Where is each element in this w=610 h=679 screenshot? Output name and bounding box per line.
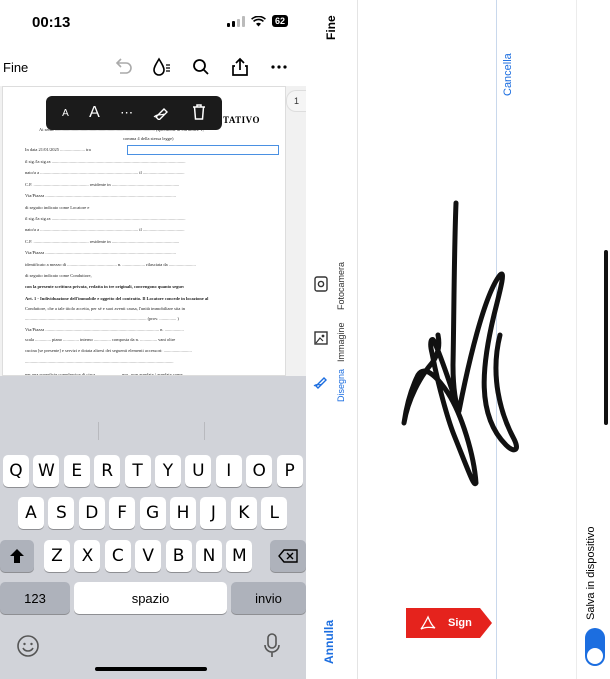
shift-key[interactable] [0,540,34,572]
document-line: Via/Piazza .............................… [25,327,184,332]
save-options-bar: Salva in dispositivo [576,0,610,679]
large-text-button[interactable]: A [89,104,100,122]
top-navigation: Fine [0,50,306,84]
signature-done-button[interactable]: Fine [324,15,338,40]
key-m[interactable]: M [226,540,253,572]
return-key[interactable]: invio [231,582,306,614]
more-button[interactable]: ⋯ [120,105,133,121]
key-s[interactable]: S [48,497,75,529]
annulla-button[interactable]: Annulla [322,620,336,664]
page-number-indicator[interactable]: 1 [286,90,306,112]
document-line: Via/Piazza .............................… [25,250,176,255]
key-k[interactable]: K [230,497,257,529]
document-line: di seguito indicato come Locatore e [25,205,90,210]
document-title: TATIVO [223,115,260,125]
key-g[interactable]: G [139,497,166,529]
sign-badge-label: Sign [448,617,472,629]
done-button[interactable]: Fine [3,60,28,75]
signature-options-bar: Fine Fotocamera Immagine Disegna Annulla [306,0,358,679]
document-line: Art. 1 - Individuazione dell'immobile e … [25,296,209,301]
signature-stroke [401,200,519,487]
camera-icon[interactable] [313,276,329,297]
key-n[interactable]: N [196,540,222,572]
text-format-toolbar: A A ⋯ [46,96,222,130]
signature-canvas[interactable]: Cancella Sign [358,0,576,679]
key-c[interactable]: C [104,540,131,572]
key-l[interactable]: L [261,497,288,529]
status-bar: 00:13 62 [0,0,306,46]
document-line: ........................................… [25,359,174,364]
document-line: comma 4 della stessa legge) [123,136,174,141]
key-u[interactable]: U [185,455,212,487]
image-icon[interactable] [313,330,329,351]
more-options-icon[interactable] [268,56,290,78]
document-line: C.F. ...................................… [25,239,180,244]
draw-pen-icon[interactable] [313,374,329,395]
document-line: In data 21/01/2025 .....................… [25,147,91,152]
image-option[interactable]: Immagine [336,322,346,362]
status-time: 00:13 [32,14,71,31]
draw-option[interactable]: Disegna [336,369,346,402]
cellular-signal-icon [226,15,245,27]
onscreen-keyboard: 123 spazio invio QWERTYUIOP ASDFGHJKL ZXCV… [0,376,306,679]
ink-drop-icon[interactable] [150,56,172,78]
document-line: ........................................… [25,316,179,321]
search-icon[interactable] [190,56,212,78]
document-editor-panel: 00:13 62 Fine TATIVO Ai sensi ..........… [0,0,306,679]
key-h[interactable]: H [170,497,196,529]
save-to-device-toggle[interactable] [585,628,605,666]
key-j[interactable]: J [200,497,227,529]
key-i[interactable]: I [215,455,242,487]
space-key[interactable]: spazio [74,582,227,614]
key-r[interactable]: R [94,455,121,487]
active-text-field[interactable] [127,145,279,155]
key-x[interactable]: X [74,540,101,572]
document-line: il sig./la sig.ra ......................… [25,216,186,221]
undo-icon[interactable] [112,56,134,78]
key-y[interactable]: Y [155,455,181,487]
emoji-icon[interactable] [16,634,40,663]
acrobat-logo-icon [420,615,436,636]
backspace-key[interactable] [270,540,306,572]
key-f[interactable]: F [109,497,136,529]
document-line: di seguito indicato come Conduttore, [25,273,92,278]
status-icons: 62 [226,15,288,27]
document-line: il sig./la sig.ra ......................… [25,159,186,164]
document-line: nato/a a ...............................… [25,170,185,175]
key-t[interactable]: T [124,455,151,487]
document-line: scala .............. piano .............… [25,337,176,342]
document-line: Conduttore, che a tale titolo accetta, p… [25,306,186,311]
signature-pen-icon[interactable] [153,104,171,123]
key-a[interactable]: A [18,497,44,529]
numbers-key[interactable]: 123 [0,582,70,614]
key-b[interactable]: B [165,540,192,572]
trash-icon[interactable] [192,103,206,123]
scroll-handle[interactable] [604,250,608,425]
key-v[interactable]: V [135,540,162,572]
key-z[interactable]: Z [44,540,70,572]
clear-signature-button[interactable]: Cancella [502,53,514,96]
camera-option[interactable]: Fotocamera [336,262,346,310]
key-p[interactable]: P [276,455,303,487]
document-line: con la presente scrittura privata, redat… [25,284,185,289]
battery-indicator: 62 [271,15,288,27]
document-line: identificato a mezzo di ................… [25,262,196,267]
wifi-icon [251,15,266,26]
share-icon[interactable] [229,56,251,78]
key-q[interactable]: Q [3,455,29,487]
save-to-device-label: Salva in dispositivo [585,526,597,620]
home-indicator [95,667,207,671]
small-text-button[interactable]: A [62,108,69,119]
key-e[interactable]: E [63,455,90,487]
document-line: cucina [se presente] e servizi e dotata … [25,348,192,353]
key-o[interactable]: O [246,455,273,487]
document-line: nato/a a ...............................… [25,227,185,232]
suggestion-bar [0,376,306,444]
microphone-icon[interactable] [263,633,281,664]
key-d[interactable]: D [78,497,105,529]
key-w[interactable]: W [33,455,60,487]
document-line: C.F. ...................................… [25,182,180,187]
document-line: Via/Piazza .............................… [25,193,176,198]
